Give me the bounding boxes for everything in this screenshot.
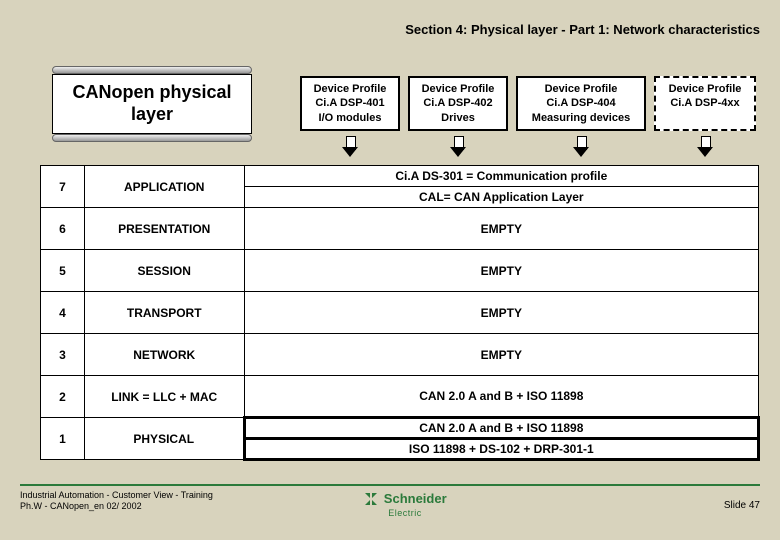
layer-name: LINK = LLC + MAC	[84, 376, 244, 418]
logo-icon	[363, 490, 383, 507]
osi-layers-table: 7 APPLICATION Ci.A DS-301 = Communicatio…	[40, 165, 760, 461]
footer-line: Ph.W - CANopen_en 02/ 2002	[20, 501, 213, 512]
layer-desc-highlight: CAN 2.0 A and B + ISO 11898	[244, 418, 758, 439]
arrows-row	[300, 136, 770, 158]
profile-line: Ci.A DSP-4xx	[662, 96, 748, 110]
layer-name: SESSION	[84, 250, 244, 292]
arrow-down-icon	[450, 136, 466, 158]
profile-line: Device Profile	[308, 82, 392, 96]
profile-line: I/O modules	[308, 111, 392, 125]
layer-number: 6	[41, 208, 85, 250]
table-row: 2 LINK = LLC + MAC CAN 2.0 A and B + ISO…	[41, 376, 759, 418]
scroll-ornament-bottom	[52, 134, 252, 142]
slide-number: Slide 47	[724, 500, 760, 511]
arrow-down-icon	[573, 136, 589, 158]
table-row: 6 PRESENTATION EMPTY	[41, 208, 759, 250]
profile-line: Drives	[416, 111, 500, 125]
profile-line: Device Profile	[662, 82, 748, 96]
profile-box-1: Device Profile Ci.A DSP-401 I/O modules	[300, 76, 400, 131]
layer-desc: Ci.A DS-301 = Communication profile	[244, 166, 758, 187]
profile-line: Ci.A DSP-404	[524, 96, 638, 110]
layer-name: NETWORK	[84, 334, 244, 376]
profile-line: Ci.A DSP-402	[416, 96, 500, 110]
profile-box-4: Device Profile Ci.A DSP-4xx	[654, 76, 756, 131]
layer-desc: CAN 2.0 A and B + ISO 11898	[244, 376, 758, 418]
table-row: 3 NETWORK EMPTY	[41, 334, 759, 376]
layer-number: 5	[41, 250, 85, 292]
arrow-down-icon	[342, 136, 358, 158]
layer-name: TRANSPORT	[84, 292, 244, 334]
layer-number: 2	[41, 376, 85, 418]
layer-desc-highlight: ISO 11898 + DS-102 + DRP-301-1	[244, 439, 758, 460]
logo-sub: Electric	[345, 508, 465, 518]
profile-box-2: Device Profile Ci.A DSP-402 Drives	[408, 76, 508, 131]
table-row: 1 PHYSICAL CAN 2.0 A and B + ISO 11898	[41, 418, 759, 439]
table-row: 5 SESSION EMPTY	[41, 250, 759, 292]
layer-number: 3	[41, 334, 85, 376]
layer-number: 4	[41, 292, 85, 334]
layer-desc: EMPTY	[244, 334, 758, 376]
layer-name: APPLICATION	[84, 166, 244, 208]
schneider-logo: Schneider Electric	[345, 490, 465, 518]
slide-title: CANopen physical layer	[52, 74, 252, 134]
layer-desc: EMPTY	[244, 208, 758, 250]
profile-boxes-row: Device Profile Ci.A DSP-401 I/O modules …	[300, 76, 770, 131]
layer-desc: CAL= CAN Application Layer	[244, 187, 758, 208]
profile-line: Device Profile	[524, 82, 638, 96]
profile-line: Measuring devices	[524, 111, 638, 125]
profile-line: Device Profile	[416, 82, 500, 96]
layer-name: PHYSICAL	[84, 418, 244, 460]
footer-rule	[20, 484, 760, 486]
table-row: 7 APPLICATION Ci.A DS-301 = Communicatio…	[41, 166, 759, 187]
scroll-ornament-top	[52, 66, 252, 74]
profile-box-3: Device Profile Ci.A DSP-404 Measuring de…	[516, 76, 646, 131]
profile-line: Ci.A DSP-401	[308, 96, 392, 110]
layer-number: 7	[41, 166, 85, 208]
footer-line: Industrial Automation - Customer View - …	[20, 490, 213, 501]
layer-name: PRESENTATION	[84, 208, 244, 250]
arrow-down-icon	[697, 136, 713, 158]
footer-left: Industrial Automation - Customer View - …	[20, 490, 213, 512]
layer-number: 1	[41, 418, 85, 460]
layer-desc: EMPTY	[244, 250, 758, 292]
section-header: Section 4: Physical layer - Part 1: Netw…	[405, 22, 760, 37]
table-row: 4 TRANSPORT EMPTY	[41, 292, 759, 334]
logo-brand: Schneider	[384, 491, 447, 506]
layer-desc: EMPTY	[244, 292, 758, 334]
